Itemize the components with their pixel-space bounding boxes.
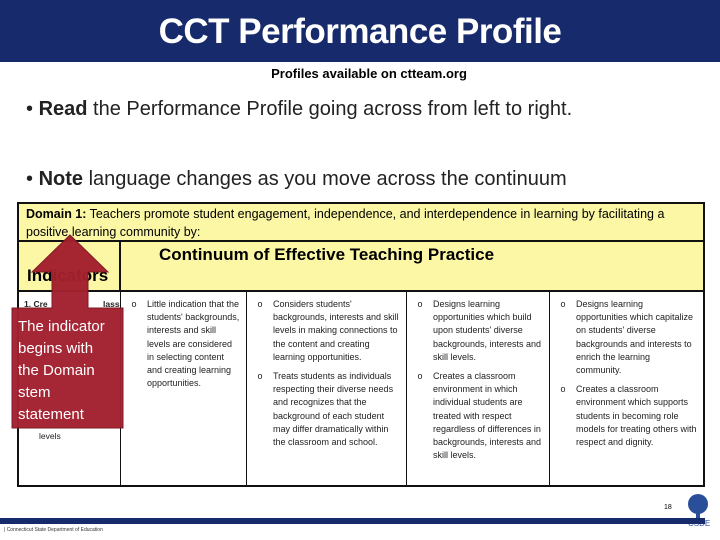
footer-bar bbox=[0, 518, 705, 524]
footer-text: | Connecticut State Department of Educat… bbox=[4, 527, 103, 533]
up-arrow-callout-icon bbox=[11, 234, 124, 429]
page-number: 18 bbox=[664, 504, 672, 511]
callout-text: The indicator begins with the Domain ste… bbox=[18, 318, 105, 423]
csde-logo-icon: CSDE bbox=[688, 494, 710, 528]
